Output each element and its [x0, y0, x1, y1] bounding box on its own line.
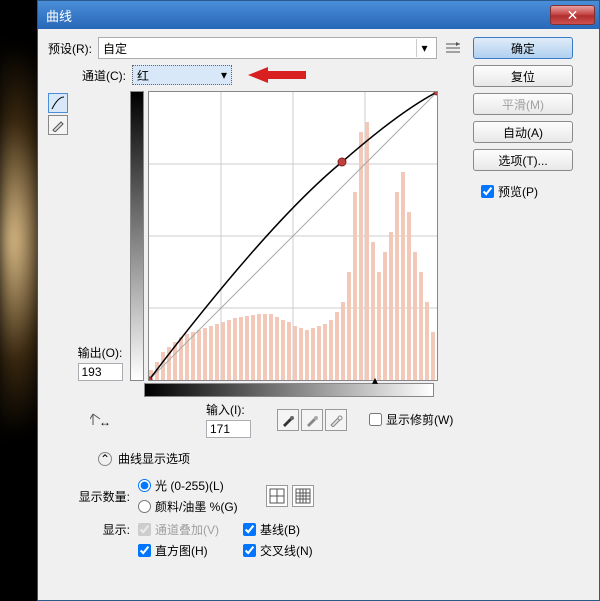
curve-graph[interactable]	[148, 91, 438, 381]
preview-checkbox[interactable]	[481, 185, 494, 198]
input-label: 输入(I):	[206, 401, 245, 418]
grid-simple-button[interactable]	[266, 485, 288, 507]
channel-select[interactable]: 红 ▾	[132, 65, 232, 85]
amount-label: 显示数量:	[68, 488, 130, 505]
curves-dialog: 曲线 ✕ 预设(R): 自定 ▾ 通道(C): 红 ▾	[37, 0, 600, 601]
input-gradient	[144, 383, 434, 397]
eyedropper-white[interactable]	[325, 409, 347, 431]
close-button[interactable]: ✕	[550, 5, 595, 25]
output-field[interactable]	[78, 363, 123, 381]
titlebar[interactable]: 曲线 ✕	[38, 1, 599, 29]
eyedropper-group	[277, 409, 347, 431]
eyedropper-black[interactable]	[277, 409, 299, 431]
preset-value: 自定	[103, 40, 127, 57]
radio-pigment[interactable]: 颜料/油墨 %(G)	[138, 498, 238, 515]
output-gradient	[130, 91, 144, 381]
chk-overlay[interactable]: 通道叠加(V)	[138, 521, 219, 538]
channel-label: 通道(C):	[82, 67, 126, 84]
options-button[interactable]: 选项(T)...	[473, 149, 573, 171]
ok-button[interactable]: 确定	[473, 37, 573, 59]
auto-button[interactable]: 自动(A)	[473, 121, 573, 143]
show-clipping-label: 显示修剪(W)	[386, 411, 453, 428]
collapse-toggle[interactable]: ⌃	[98, 452, 112, 466]
chevron-down-icon: ▾	[221, 68, 227, 82]
histogram-display	[149, 122, 435, 380]
display-options-header: 曲线显示选项	[118, 450, 190, 467]
radio-light[interactable]: 光 (0-255)(L)	[138, 477, 238, 494]
eyedropper-gray[interactable]	[301, 409, 323, 431]
output-label: 输出(O):	[78, 344, 123, 361]
preview-checkbox-row[interactable]: 预览(P)	[481, 183, 578, 200]
arrow-annotation	[248, 65, 308, 85]
radio-pigment-input[interactable]	[138, 500, 151, 513]
input-slider-marker[interactable]: ▴	[372, 373, 378, 387]
preset-menu-button[interactable]	[443, 39, 463, 57]
chk-histogram[interactable]: 直方图(H)	[138, 542, 219, 559]
show-clipping-checkbox[interactable]	[369, 413, 382, 426]
smooth-button: 平滑(M)	[473, 93, 573, 115]
curve-tool-point[interactable]	[48, 93, 68, 113]
curve-point-mid[interactable]	[338, 158, 346, 166]
preview-label: 预览(P)	[498, 183, 538, 200]
svg-text:↔: ↔	[99, 415, 110, 429]
chevron-down-icon: ▾	[416, 39, 432, 57]
preset-select[interactable]: 自定 ▾	[98, 37, 437, 59]
window-title: 曲线	[46, 6, 72, 25]
curve-tools	[48, 91, 70, 397]
output-group: 输出(O):	[70, 344, 130, 381]
reset-button[interactable]: 复位	[473, 65, 573, 87]
preset-label: 预设(R):	[48, 40, 92, 57]
input-field[interactable]	[206, 420, 251, 438]
scrub-tool-icon[interactable]: ↔	[88, 408, 112, 432]
grid-detailed-button[interactable]	[292, 485, 314, 507]
radio-light-input[interactable]	[138, 479, 151, 492]
chk-baseline[interactable]: 基线(B)	[243, 521, 313, 538]
curve-tool-pencil[interactable]	[48, 115, 68, 135]
show-label: 显示:	[68, 521, 130, 538]
channel-value: 红	[137, 67, 149, 84]
chk-intersection[interactable]: 交叉线(N)	[243, 542, 313, 559]
